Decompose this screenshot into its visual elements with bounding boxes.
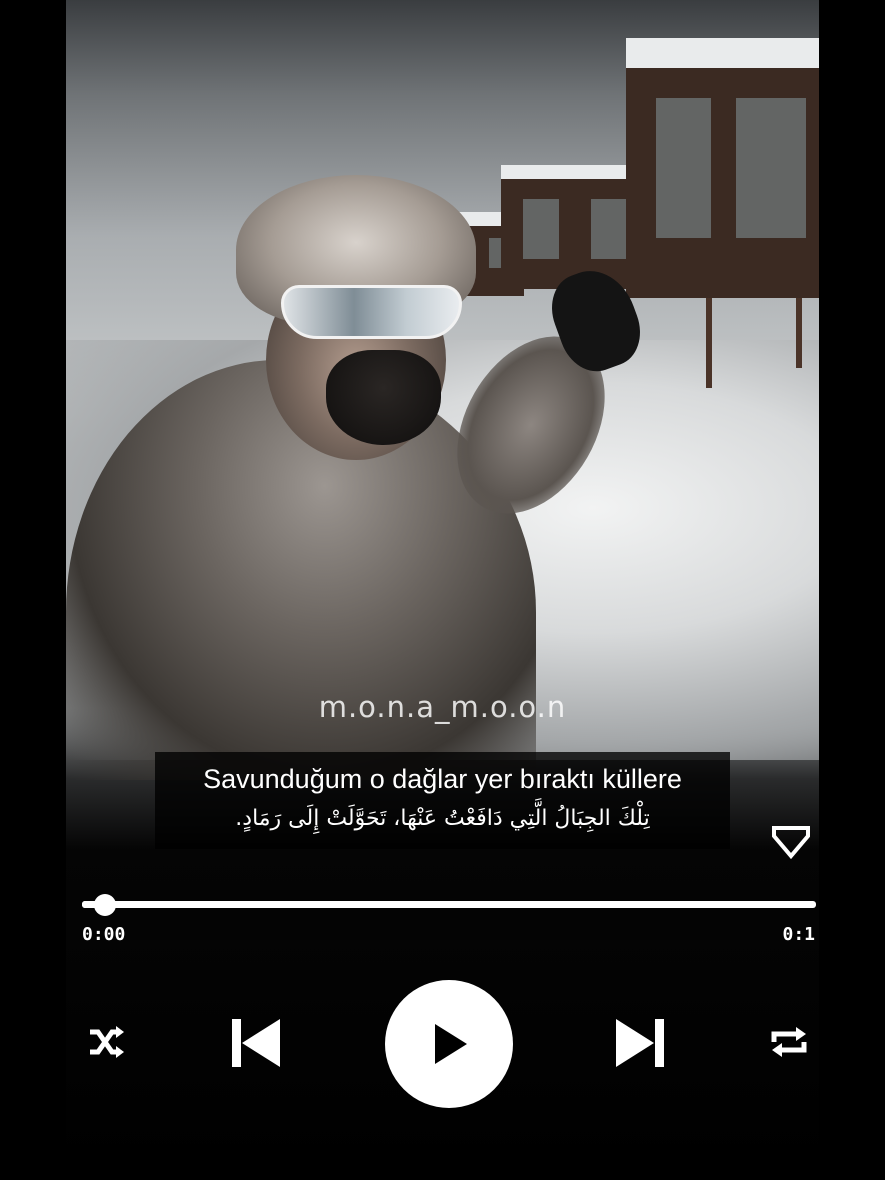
heart-icon[interactable] (770, 822, 812, 862)
skip-previous-icon[interactable] (230, 1017, 282, 1069)
chalet-near (626, 38, 819, 388)
progress-bar[interactable] (82, 901, 816, 908)
beard (326, 350, 441, 445)
skip-next-icon[interactable] (614, 1017, 666, 1069)
lyric-arabic: تِلْكَ الجِبَالُ الَّتِي دَافَعْتُ عَنْه… (235, 806, 650, 831)
repeat-icon[interactable] (766, 1022, 812, 1062)
progress-knob[interactable] (94, 894, 116, 916)
total-time: 0:1 (782, 924, 815, 945)
sunglasses (281, 285, 462, 339)
play-button[interactable] (383, 978, 515, 1110)
elapsed-time: 0:00 (82, 924, 126, 945)
watermark: m.o.n.a_m.o.o.n (318, 690, 567, 724)
lyrics-box: Savunduğum o dağlar yer bıraktı küllere … (155, 752, 730, 849)
shuffle-icon[interactable] (86, 1022, 126, 1062)
lyric-turkish: Savunduğum o dağlar yer bıraktı küllere (203, 764, 682, 794)
